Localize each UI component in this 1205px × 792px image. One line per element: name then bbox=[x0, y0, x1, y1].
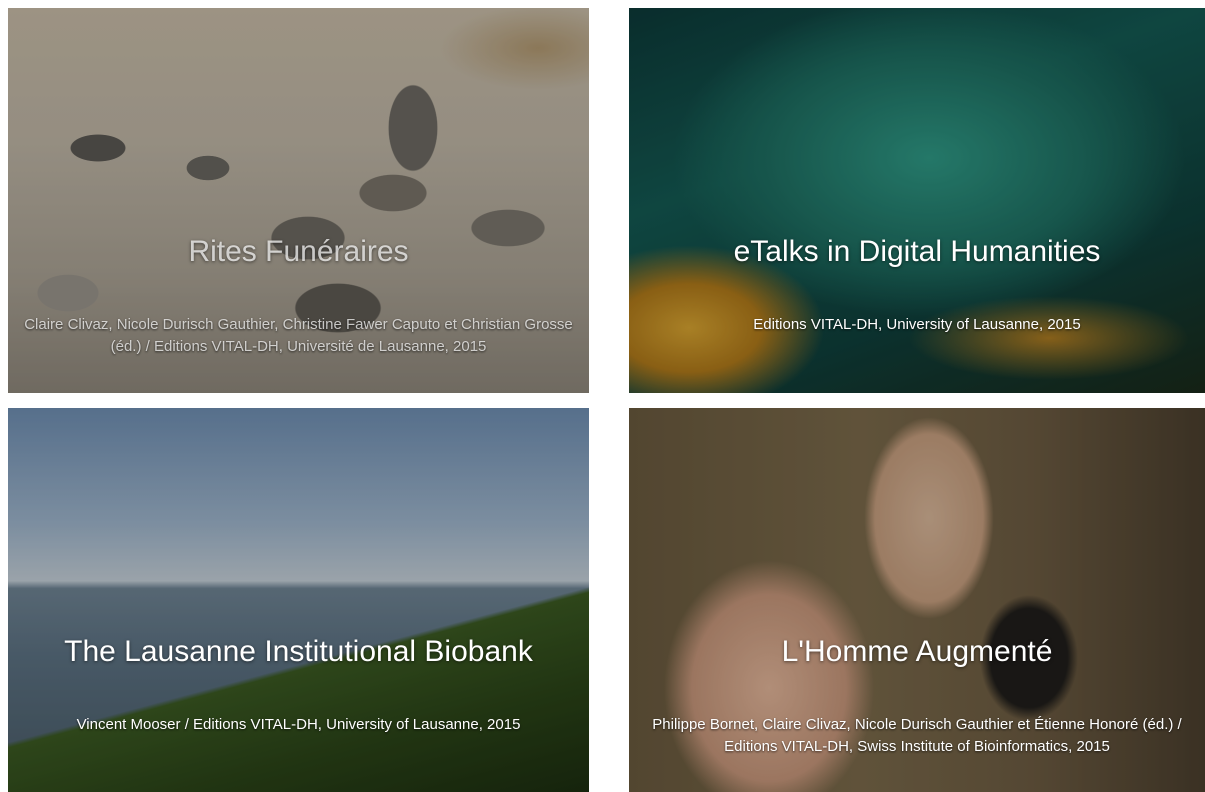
card-title: L'Homme Augmenté bbox=[781, 635, 1053, 668]
card-title: eTalks in Digital Humanities bbox=[733, 235, 1101, 268]
etalk-card-etalks-digital-humanities[interactable]: eTalks in Digital Humanities Editions VI… bbox=[629, 8, 1205, 393]
card-credit: Philippe Bornet, Claire Clivaz, Nicole D… bbox=[652, 716, 1182, 755]
card-credit: Editions VITAL-DH, University of Lausann… bbox=[753, 316, 1081, 333]
etalk-card-lausanne-biobank[interactable]: The Lausanne Institutional Biobank Vince… bbox=[8, 408, 589, 792]
etalk-card-homme-augmente[interactable]: L'Homme Augmenté Philippe Bornet, Claire… bbox=[629, 408, 1205, 792]
etalk-card-rites-funeraires[interactable]: Rites Funéraires Claire Clivaz, Nicole D… bbox=[8, 8, 589, 393]
card-title: Rites Funéraires bbox=[188, 235, 409, 268]
card-credit: Claire Clivaz, Nicole Durisch Gauthier, … bbox=[24, 316, 573, 355]
card-credit: Vincent Mooser / Editions VITAL-DH, Univ… bbox=[76, 716, 521, 733]
card-title: The Lausanne Institutional Biobank bbox=[64, 635, 533, 668]
